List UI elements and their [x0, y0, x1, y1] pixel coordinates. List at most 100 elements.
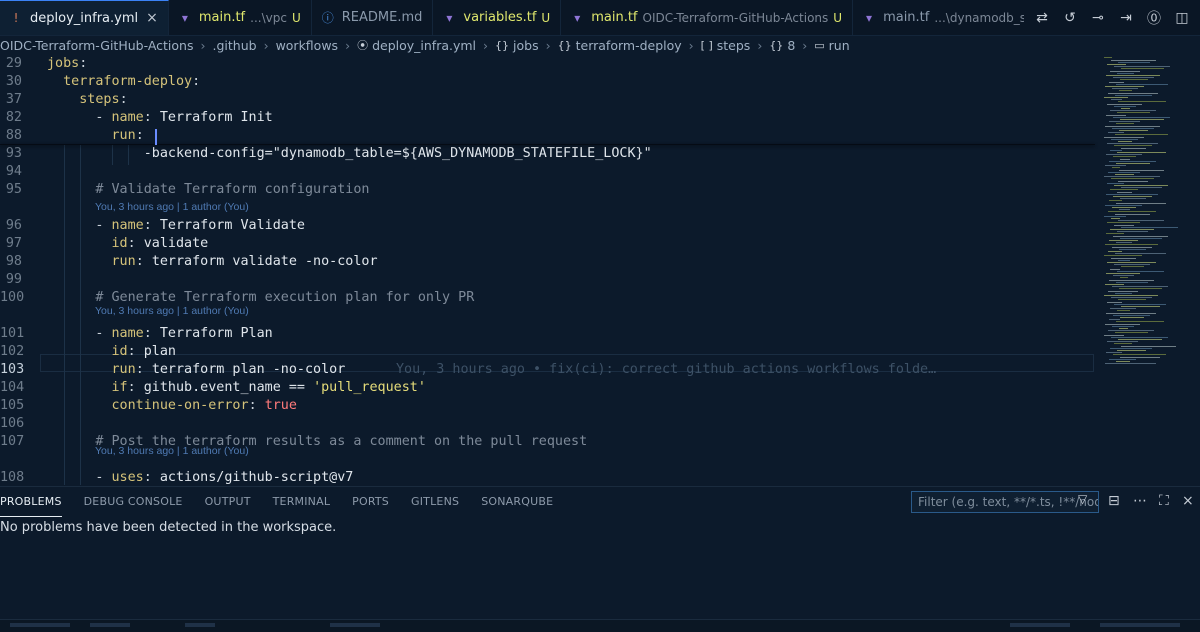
minimap-line [1117, 152, 1166, 153]
breadcrumb-item[interactable]: terraform-deploy [576, 38, 682, 53]
code-line[interactable]: 88 run: | [0, 127, 1095, 145]
minimap-line [1114, 185, 1168, 186]
filter-icon[interactable]: ▽ [1078, 492, 1087, 506]
breadcrumb-item[interactable]: steps [717, 38, 751, 53]
code-line[interactable]: 108 - uses: actions/github-script@v7 [0, 469, 1095, 485]
code-line[interactable]: 101 - name: Terraform Plan [0, 325, 1095, 343]
tab-description: ...\vpc [250, 10, 287, 25]
minimap-line [1116, 321, 1164, 322]
code-line[interactable]: 104 if: github.event_name == 'pull_reque… [0, 379, 1095, 397]
tab-label: main.tf [198, 10, 246, 25]
tab-3[interactable]: ▾ variables.tf U [433, 0, 562, 35]
breadcrumb-item[interactable]: deploy_infra.yml [372, 38, 476, 53]
tab-2[interactable]: ⓘ README.md [312, 0, 434, 35]
git-commit-icon[interactable]: ⊸ [1088, 8, 1108, 28]
breadcrumb-separator-icon: › [802, 37, 808, 53]
tab-1[interactable]: ▾ main.tf ...\vpc U [169, 0, 312, 35]
minimap-line [1104, 295, 1158, 296]
close-panel-icon[interactable]: × [1182, 493, 1194, 509]
maximize-panel-icon[interactable]: ⛶ [1159, 493, 1169, 509]
panel-tab-terminal[interactable]: TERMINAL [273, 487, 331, 517]
indent-guide [112, 145, 113, 165]
minimap-line [1109, 280, 1154, 281]
code-line[interactable]: 82 - name: Terraform Init [0, 109, 1095, 127]
minimap[interactable] [1100, 55, 1200, 485]
timeline-back-icon[interactable]: ↺ [1060, 8, 1080, 28]
code-token: : [143, 326, 160, 341]
gitlens-icon[interactable]: ⓪ [1144, 8, 1164, 28]
panel-tab-ports[interactable]: PORTS [352, 487, 389, 517]
minimap-line [1113, 77, 1154, 78]
symbol-icon: {} [557, 38, 572, 52]
panel-tab-gitlens[interactable]: GITLENS [411, 487, 459, 517]
code-editor[interactable]: 29 jobs: 30 terraform-deploy: 37 steps: 82 -… [0, 55, 1100, 485]
code-line[interactable]: 29 jobs: [0, 55, 1095, 73]
close-tab-icon[interactable]: × [146, 10, 158, 26]
problems-filter-input[interactable]: Filter (e.g. text, **/*.ts, !**/nod… [911, 491, 1099, 513]
code-line[interactable]: 98 run: terraform validate -no-color [0, 253, 1095, 271]
symbol-icon: {} [769, 38, 784, 52]
tab-4[interactable]: ▾ main.tf OIDC-Terraform-GitHub-Actions U [561, 0, 854, 35]
code-text: - name: Terraform Init [47, 109, 272, 127]
code-token: terraform validate -no-color [151, 254, 378, 269]
breadcrumb-item[interactable]: jobs [513, 38, 539, 53]
compare-changes-icon[interactable]: ⇄ [1032, 8, 1052, 28]
editor-toolbar: ⇄ ↺ ⊸ ⇥ ⓪ ◫ [1024, 0, 1200, 35]
code-line[interactable]: 30 terraform-deploy: [0, 73, 1095, 91]
minimap-line [1119, 90, 1132, 91]
breadcrumb-item[interactable]: OIDC-Terraform-GitHub-Actions [0, 38, 194, 53]
code-line[interactable]: 37 steps: [0, 91, 1095, 109]
collapse-all-icon[interactable]: ⊟ [1108, 493, 1120, 509]
minimap-line [1111, 297, 1152, 298]
more-actions-icon[interactable]: ⋯ [1133, 493, 1147, 509]
code-line[interactable]: 93 -backend-config="dynamodb_table=${AWS… [0, 145, 1095, 163]
code-line[interactable]: 103 run: terraform plan -no-color You, 3 … [0, 361, 1095, 379]
minimap-line [1108, 211, 1156, 212]
minimap-line [1112, 247, 1152, 248]
breadcrumb-item[interactable]: 8 [787, 38, 795, 53]
code-token: : [127, 380, 144, 395]
minimap-line [1109, 200, 1122, 201]
code-line[interactable]: 106 [0, 415, 1095, 433]
minimap-line [1121, 306, 1160, 307]
breadcrumb-separator-icon: › [545, 37, 551, 53]
panel-tab-sonarqube[interactable]: SONARQUBE [481, 487, 553, 517]
code-token: Terraform Plan [159, 326, 273, 341]
split-editor-icon[interactable]: ◫ [1172, 8, 1192, 28]
panel-tab-debug-console[interactable]: DEBUG CONSOLE [84, 487, 183, 517]
code-token: name [111, 218, 144, 233]
codelens-blame[interactable]: You, 3 hours ago | 1 author (You) [95, 305, 249, 318]
code-line[interactable]: 96 - name: Terraform Validate [0, 217, 1095, 235]
code-line[interactable]: 94 [0, 163, 1095, 181]
minimap-line [1105, 284, 1124, 285]
inline-blame-annotation[interactable]: You, 3 hours ago • fix(ci): correct gith… [396, 361, 936, 379]
minimap-line [1113, 315, 1150, 316]
minimap-line [1107, 143, 1158, 144]
codelens-blame[interactable]: You, 3 hours ago | 1 author (You) [95, 201, 249, 214]
code-token: run [111, 362, 136, 377]
breadcrumb-item[interactable]: .github [213, 38, 257, 53]
minimap-line [1117, 231, 1148, 232]
minimap-line [1120, 238, 1162, 239]
minimap-line [1113, 354, 1166, 355]
code-line[interactable]: 99 [0, 271, 1095, 289]
codelens-blame[interactable]: You, 3 hours ago | 1 author (You) [95, 445, 249, 458]
code-line[interactable]: 97 id: validate [0, 235, 1095, 253]
code-line[interactable]: 102 id: plan [0, 343, 1095, 361]
minimap-line [1105, 205, 1142, 206]
panel-tab-output[interactable]: OUTPUT [205, 487, 251, 517]
line-number: 94 [5, 164, 22, 179]
untracked-badge: U [291, 10, 301, 25]
tab-0[interactable]: ! deploy_infra.yml × [0, 0, 169, 35]
code-line[interactable]: 105 continue-on-error: true [0, 397, 1095, 415]
code-text: - uses: actions/github-script@v7 [47, 469, 353, 485]
minimap-line [1104, 57, 1112, 58]
breadcrumb-item[interactable]: workflows [276, 38, 339, 53]
panel-tab-problems[interactable]: PROBLEMS [0, 487, 62, 517]
indent-guide [128, 145, 129, 165]
git-forward-icon[interactable]: ⇥ [1116, 8, 1136, 28]
code-line[interactable]: 95 # Validate Terraform configuration [0, 181, 1095, 199]
minimap-line [1116, 84, 1168, 85]
breadcrumb-item[interactable]: run [829, 38, 850, 53]
minimap-line [1114, 145, 1152, 146]
